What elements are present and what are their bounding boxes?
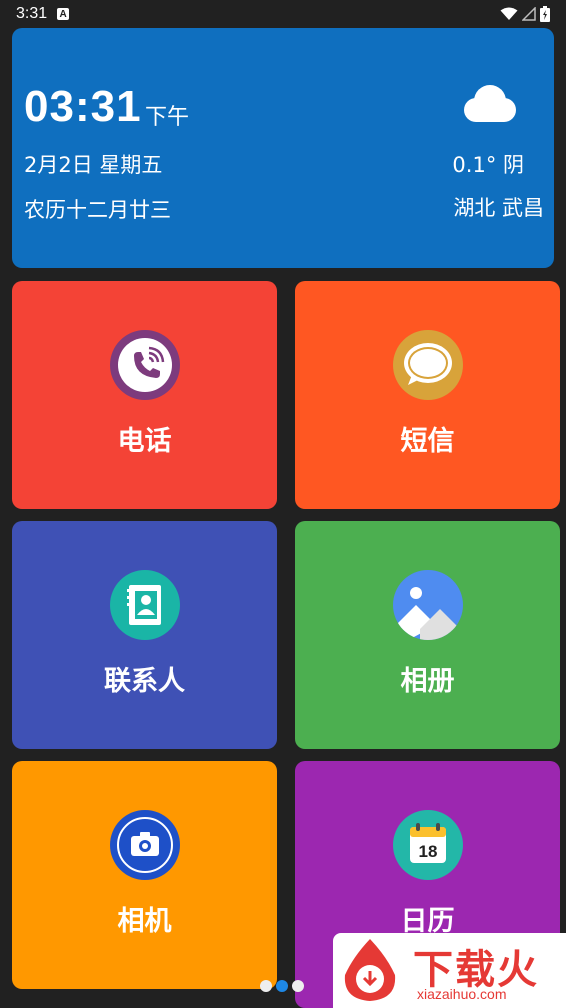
page-indicator	[260, 980, 304, 992]
tile-contacts-label: 联系人	[104, 666, 185, 697]
page-dot-1[interactable]	[260, 980, 272, 992]
temperature-label: 0.1° 阴	[452, 153, 524, 177]
lunar-date-label: 农历十二月廿三	[24, 198, 171, 222]
phone-icon	[109, 330, 180, 400]
status-bar: 3:31 A	[0, 0, 566, 28]
gallery-icon	[392, 570, 463, 640]
clock-time: 03:31	[24, 82, 142, 131]
flame-logo-icon	[344, 939, 396, 1001]
tile-camera[interactable]: 相机	[12, 761, 277, 989]
status-time: 3:31	[16, 5, 48, 22]
location-label: 湖北 武昌	[453, 196, 544, 220]
cloud-icon	[464, 85, 516, 122]
tile-messages-label: 短信	[400, 426, 455, 457]
contacts-icon	[109, 570, 180, 640]
date-label: 2月2日 星期五	[24, 153, 163, 177]
battery-icon	[540, 6, 550, 22]
watermark-site: xiazaihuo.com	[417, 986, 507, 1002]
tile-contacts[interactable]: 联系人	[12, 521, 277, 749]
camera-icon	[109, 810, 180, 880]
signal-icon	[522, 7, 536, 21]
tile-phone-label: 电话	[117, 426, 172, 457]
page-dot-3[interactable]	[292, 980, 304, 992]
wifi-icon	[500, 7, 518, 20]
clock-ampm: 下午	[145, 105, 190, 130]
tile-gallery-label: 相册	[400, 666, 455, 697]
calendar-day-number: 18	[418, 842, 437, 861]
status-left: 3:31 A	[16, 5, 70, 23]
clock-weather-card[interactable]: 03:31 下午 2月2日 星期五 农历十二月廿三 0.1° 阴 湖北 武昌	[12, 28, 554, 268]
page-dot-2-active[interactable]	[276, 980, 288, 992]
status-right	[500, 6, 550, 22]
tile-phone[interactable]: 电话	[12, 281, 277, 509]
tile-messages[interactable]: 短信	[295, 281, 560, 509]
message-icon	[392, 330, 463, 400]
tile-camera-label: 相机	[117, 906, 172, 937]
notification-a-icon: A	[57, 8, 70, 20]
tile-gallery[interactable]: 相册	[295, 521, 560, 749]
watermark: 下载火 xiazaihuo.com	[333, 933, 566, 1008]
calendar-icon: 18	[392, 810, 463, 880]
